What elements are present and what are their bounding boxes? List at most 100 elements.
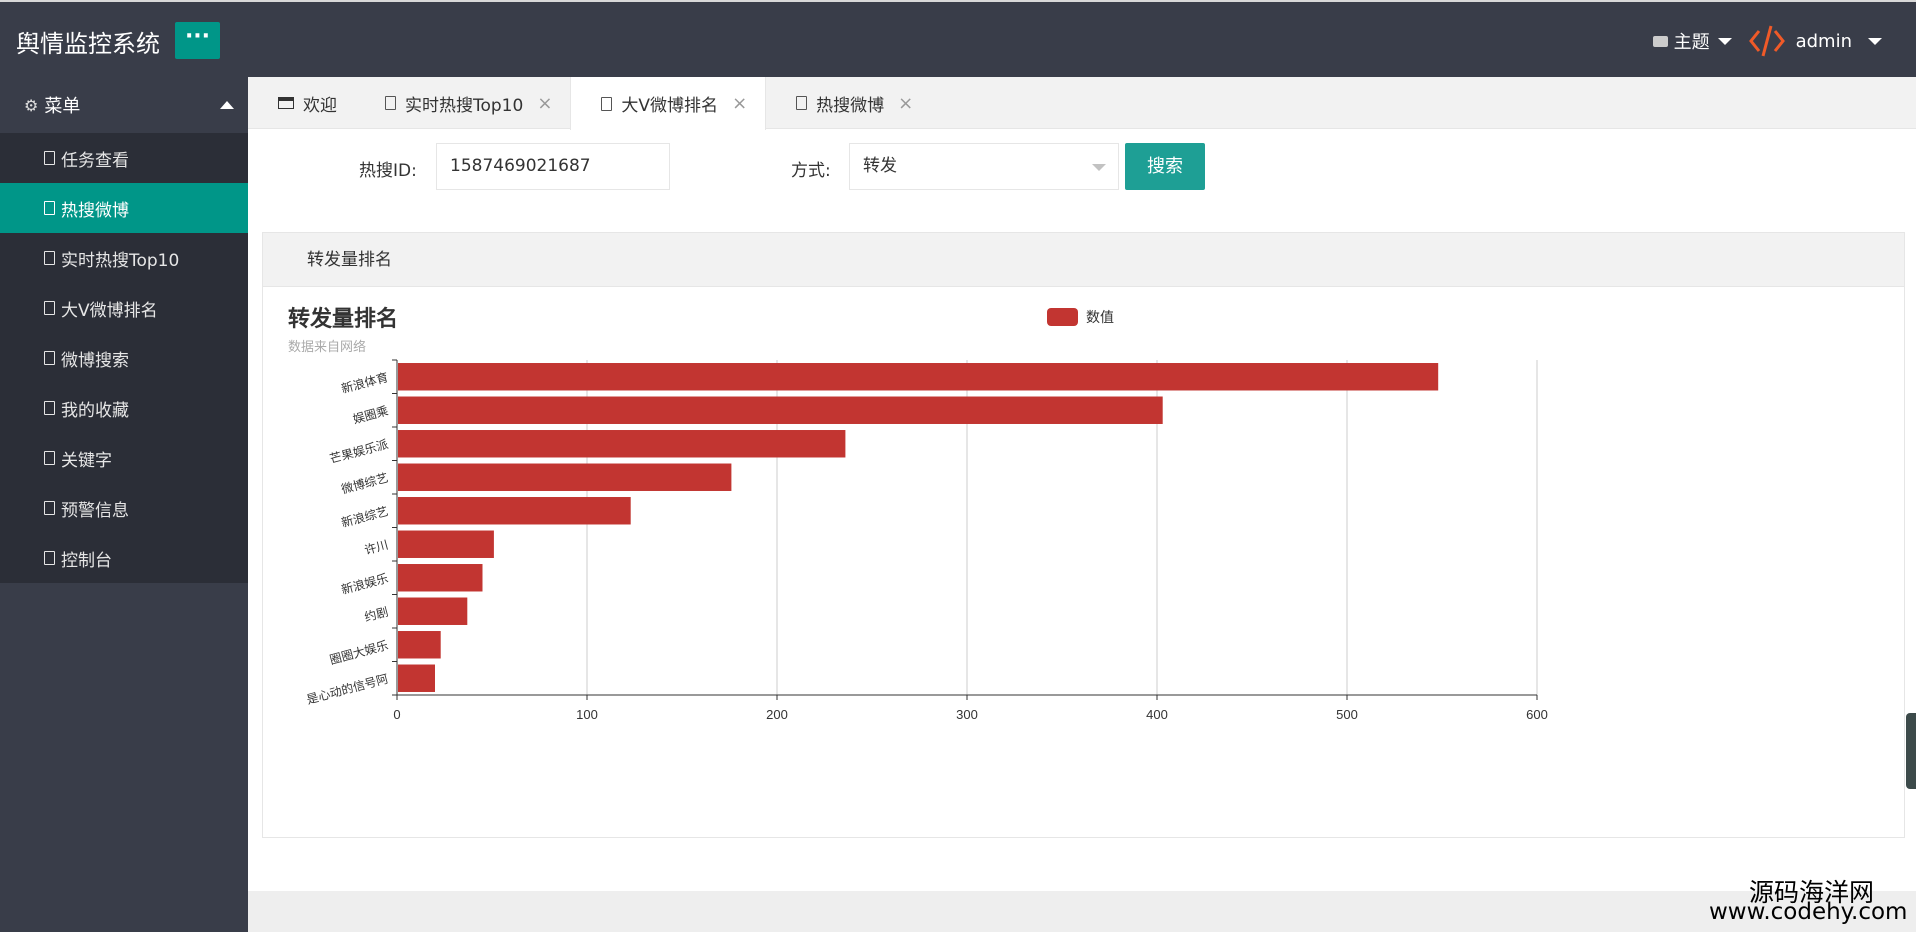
sidebar-list: 任务查看 热搜微博 实时热搜Top10 大V微博排名 微博搜索 我的收藏 关键字… bbox=[0, 133, 248, 583]
y-category-label: 约剧 bbox=[363, 604, 390, 625]
sidebar-item-bigv-ranking[interactable]: 大V微博排名 bbox=[0, 283, 248, 333]
sidebar-item-hot-weibo[interactable]: 热搜微博 bbox=[0, 183, 248, 233]
chevron-up-icon bbox=[220, 101, 234, 109]
sidebar-item-label: 实时热搜Top10 bbox=[61, 250, 180, 271]
tab-label: 欢迎 bbox=[303, 95, 337, 116]
legend-label: 数值 bbox=[1086, 309, 1114, 325]
mode-label: 方式: bbox=[791, 161, 831, 181]
document-icon bbox=[44, 351, 55, 365]
y-category-label: 微博综艺 bbox=[340, 470, 390, 497]
sidebar-item-favorites[interactable]: 我的收藏 bbox=[0, 383, 248, 433]
bar[interactable] bbox=[398, 631, 441, 659]
tab-welcome[interactable]: 欢迎 bbox=[248, 77, 355, 129]
tab-realtime-top10[interactable]: 实时热搜Top10 × bbox=[355, 77, 570, 129]
sidebar-item-label: 控制台 bbox=[61, 550, 112, 571]
bar[interactable] bbox=[398, 363, 1439, 391]
document-icon bbox=[385, 96, 396, 110]
theme-menu[interactable]: 主题 bbox=[1652, 28, 1732, 54]
chevron-down-icon bbox=[1868, 37, 1882, 45]
x-tick-label: 500 bbox=[1336, 707, 1358, 722]
user-name: admin bbox=[1795, 30, 1852, 52]
bar[interactable] bbox=[398, 530, 494, 558]
sidebar-item-label: 关键字 bbox=[61, 450, 112, 471]
tab-label: 热搜微博 bbox=[816, 95, 885, 116]
sidebar-heading: 菜单 bbox=[44, 96, 81, 117]
bar[interactable] bbox=[398, 497, 631, 525]
theme-label: 主题 bbox=[1673, 32, 1710, 53]
bar[interactable] bbox=[398, 396, 1163, 424]
scroll-handle[interactable] bbox=[1906, 713, 1916, 789]
x-tick-label: 400 bbox=[1146, 707, 1168, 722]
chart-subtitle: 数据来自网络 bbox=[288, 339, 366, 354]
sidebar-item-alerts[interactable]: 预警信息 bbox=[0, 483, 248, 533]
chart-title: 转发量排名 bbox=[288, 306, 398, 331]
close-icon[interactable]: × bbox=[732, 93, 747, 114]
document-icon bbox=[44, 551, 55, 565]
search-button[interactable]: 搜索 bbox=[1125, 143, 1205, 190]
sidebar-item-keywords[interactable]: 关键字 bbox=[0, 433, 248, 483]
tab-label: 大V微博排名 bbox=[621, 96, 719, 116]
gear-icon: ⚙ bbox=[24, 95, 39, 115]
document-icon bbox=[44, 501, 55, 515]
document-icon bbox=[796, 96, 808, 110]
document-icon bbox=[44, 451, 55, 465]
hot-id-input[interactable]: 1587469021687 bbox=[436, 143, 670, 190]
document-icon bbox=[44, 251, 55, 265]
search-form: 热搜ID: 1587469021687 方式: 转发 搜索 bbox=[248, 143, 1916, 193]
x-tick-label: 200 bbox=[766, 707, 788, 722]
sidebar-item-console[interactable]: 控制台 bbox=[0, 533, 248, 583]
x-tick-label: 100 bbox=[576, 707, 598, 722]
y-category-label: 娱圈乘 bbox=[351, 404, 389, 427]
document-icon bbox=[44, 201, 55, 215]
user-menu[interactable]: admin bbox=[1796, 31, 1882, 52]
bar[interactable] bbox=[398, 430, 846, 458]
tab-bigv-ranking[interactable]: 大V微博排名 × bbox=[570, 77, 767, 130]
card-header: 转发量排名 bbox=[263, 233, 1904, 287]
x-tick-label: 600 bbox=[1526, 707, 1548, 722]
document-icon bbox=[44, 301, 55, 315]
sidebar-menu-header[interactable]: ⚙ 菜单 bbox=[0, 77, 248, 133]
document-icon bbox=[44, 401, 55, 415]
top-header: 舆情监控系统 ··· 主题 admin bbox=[0, 0, 1916, 77]
main-content: 欢迎 实时热搜Top10 × 大V微博排名 × 热搜微博 × 热搜ID: 158… bbox=[248, 77, 1916, 932]
menu-toggle-button[interactable]: ··· bbox=[175, 22, 220, 59]
y-category-label: 圈圈大娱乐 bbox=[328, 638, 390, 667]
close-icon[interactable]: × bbox=[537, 93, 552, 114]
tab-hot-weibo[interactable]: 热搜微博 × bbox=[766, 77, 931, 129]
document-icon bbox=[44, 151, 55, 165]
bar[interactable] bbox=[398, 664, 435, 692]
chevron-down-icon bbox=[1092, 164, 1106, 171]
watermark-url: www.codehy.com bbox=[1709, 899, 1908, 925]
chevron-down-icon bbox=[1717, 37, 1732, 45]
sidebar-item-label: 任务查看 bbox=[61, 150, 129, 171]
bar[interactable] bbox=[398, 597, 468, 625]
code-logo-icon bbox=[1748, 25, 1785, 57]
bar[interactable] bbox=[398, 564, 483, 592]
mode-select-value: 转发 bbox=[863, 156, 897, 176]
chart-legend[interactable]: 数值 bbox=[1047, 308, 1114, 326]
tab-bar: 欢迎 实时热搜Top10 × 大V微博排名 × 热搜微博 × bbox=[248, 77, 1916, 130]
sidebar-item-label: 微博搜索 bbox=[61, 350, 129, 371]
sidebar-item-label: 热搜微博 bbox=[61, 200, 129, 221]
sidebar: ⚙ 菜单 任务查看 热搜微博 实时热搜Top10 大V微博排名 微博搜索 我的收… bbox=[0, 77, 248, 932]
legend-swatch bbox=[1047, 308, 1078, 326]
theme-icon bbox=[1652, 35, 1668, 47]
app-title: 舆情监控系统 bbox=[16, 30, 160, 58]
y-category-label: 新浪体育 bbox=[340, 369, 390, 396]
sidebar-item-weibo-search[interactable]: 微博搜索 bbox=[0, 333, 248, 383]
sidebar-item-realtime-top10[interactable]: 实时热搜Top10 bbox=[0, 233, 248, 283]
close-icon[interactable]: × bbox=[898, 93, 913, 114]
bar[interactable] bbox=[398, 463, 732, 491]
footer-bar bbox=[248, 891, 1916, 932]
y-category-label: 是心动的信号阿 bbox=[305, 671, 390, 707]
y-category-label: 新浪娱乐 bbox=[340, 570, 390, 597]
x-tick-label: 300 bbox=[956, 707, 978, 722]
y-category-label: 许川 bbox=[363, 538, 390, 558]
sidebar-item-task-view[interactable]: 任务查看 bbox=[0, 133, 248, 183]
mode-select[interactable]: 转发 bbox=[849, 143, 1119, 190]
window-icon bbox=[278, 97, 294, 109]
tab-label: 实时热搜Top10 bbox=[405, 95, 524, 116]
sidebar-item-label: 我的收藏 bbox=[61, 400, 129, 421]
chart-card: 转发量排名 转发量排名 数据来自网络 数值 0 100 200 300 400 500 60… bbox=[262, 232, 1905, 838]
y-category-label: 新浪综艺 bbox=[340, 503, 390, 530]
